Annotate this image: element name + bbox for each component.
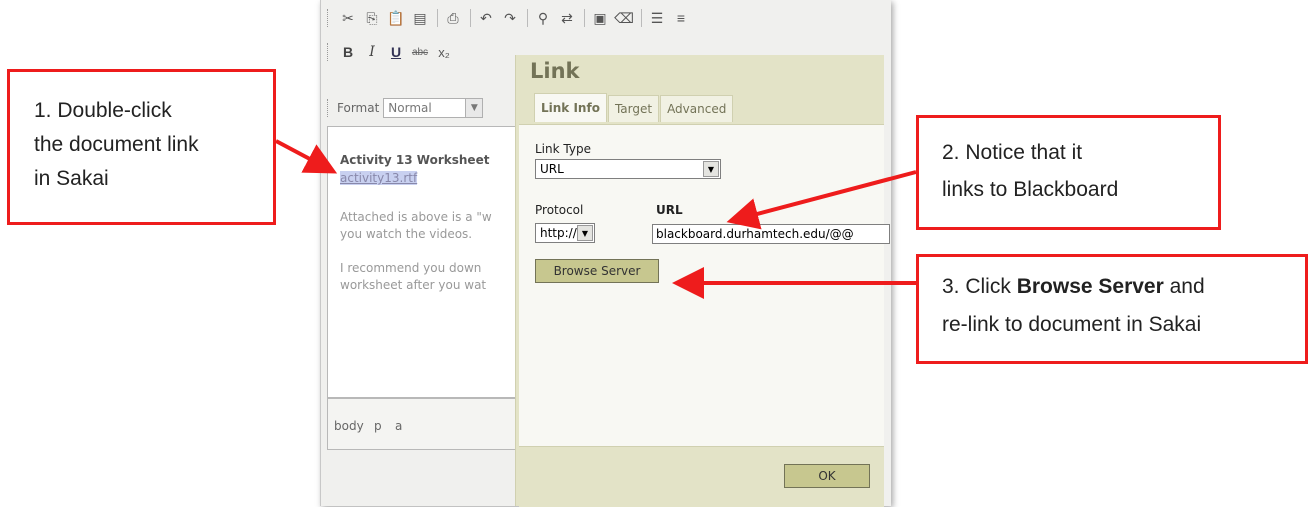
toolbar-row-3: Format Normal ▼	[327, 94, 484, 122]
callout-text: the document link	[34, 133, 199, 156]
callout-text: links to Blackboard	[942, 178, 1119, 201]
toolbar-separator	[437, 9, 438, 27]
document-link[interactable]: activity13.rtf	[340, 171, 418, 185]
chevron-down-icon: ▼	[465, 99, 483, 117]
format-select-value: Normal	[388, 101, 432, 115]
toolbar-separator	[470, 9, 471, 27]
toolbar-separator	[584, 9, 585, 27]
callout-text: in Sakai	[34, 167, 109, 190]
path-item-a[interactable]: a	[395, 419, 402, 433]
subscript-button[interactable]: x₂	[433, 41, 455, 63]
link-type-value: URL	[540, 162, 564, 176]
format-label: Format	[337, 101, 380, 115]
callout-text: 3. Click Browse Server and	[942, 271, 1205, 303]
select-all-icon[interactable]: ▣	[589, 7, 611, 29]
editor-content-area[interactable]: Activity 13 Worksheet activity13.rtf Att…	[327, 126, 519, 398]
chevron-down-icon: ▼	[577, 225, 593, 241]
dialog-tabs: Link Info Target Advanced	[534, 93, 734, 122]
path-item-body[interactable]: body	[334, 419, 364, 433]
arrow-step1	[275, 139, 338, 174]
italic-button[interactable]: I	[361, 41, 383, 63]
bulleted-list-icon[interactable]: ≡	[670, 7, 692, 29]
undo-icon[interactable]: ↶	[475, 7, 497, 29]
ok-button[interactable]: OK	[784, 464, 870, 488]
link-type-select[interactable]: URL ▼	[535, 159, 721, 179]
callout-text-bold: Browse Server	[1016, 275, 1164, 298]
document-paragraph-line: I recommend you down	[340, 261, 482, 275]
print-icon[interactable]: ⎙	[442, 7, 464, 29]
path-item-p[interactable]: p	[374, 419, 382, 433]
toolbar-separator	[641, 9, 642, 27]
dialog-title: Link	[530, 59, 580, 83]
callout-text: 1. Double-click	[34, 99, 172, 122]
protocol-select[interactable]: http:// ▼	[535, 223, 595, 243]
link-dialog: Link Link Info Target Advanced Link Type…	[515, 55, 884, 507]
tab-link-info[interactable]: Link Info	[534, 93, 607, 122]
dialog-body: Link Type URL ▼ Protocol URL http:// ▼ B…	[519, 124, 884, 447]
dialog-footer: OK	[519, 446, 884, 507]
chevron-down-icon: ▼	[703, 161, 719, 177]
format-select[interactable]: Normal ▼	[383, 98, 484, 118]
cut-icon[interactable]: ✂	[337, 7, 359, 29]
toolbar-grip	[327, 99, 331, 117]
toolbar-grip	[327, 9, 331, 27]
strikethrough-button[interactable]: abc	[409, 41, 431, 63]
replace-icon[interactable]: ⇄	[556, 7, 578, 29]
underline-button[interactable]: U	[385, 41, 407, 63]
paste-icon[interactable]: 📋	[385, 7, 407, 29]
browse-server-button[interactable]: Browse Server	[535, 259, 659, 283]
callout-step-3: 3. Click Browse Server and re-link to do…	[916, 254, 1308, 364]
document-paragraph-line: you watch the videos.	[340, 227, 473, 241]
callout-text-prefix: 3. Click	[942, 275, 1017, 298]
redo-icon[interactable]: ↷	[499, 7, 521, 29]
url-label: URL	[656, 203, 683, 217]
document-paragraph-line: worksheet after you wat	[340, 278, 487, 292]
callout-text: 2. Notice that it	[942, 141, 1083, 164]
bold-button[interactable]: B	[337, 41, 359, 63]
tab-target[interactable]: Target	[607, 95, 660, 122]
link-type-label: Link Type	[535, 142, 591, 156]
document-paragraph-line: Attached is above is a "w	[340, 210, 492, 224]
element-path-bar: body p a	[327, 398, 519, 450]
find-icon[interactable]: ⚲	[532, 7, 554, 29]
callout-text-suffix: and	[1163, 275, 1205, 298]
document-title: Activity 13 Worksheet	[340, 153, 490, 167]
copy-icon[interactable]: ⎘	[361, 7, 383, 29]
paste-word-icon[interactable]: ▤	[409, 7, 431, 29]
callout-step-2: 2. Notice that it links to Blackboard	[916, 115, 1221, 230]
protocol-label: Protocol	[535, 203, 584, 217]
callout-step-1: 1. Double-click the document link in Sak…	[7, 69, 276, 225]
toolbar-separator	[527, 9, 528, 27]
protocol-value: http://	[540, 226, 577, 240]
toolbar-row-1: ✂ ⎘ 📋 ▤ ⎙ ↶ ↷ ⚲ ⇄ ▣ ⌫ ☰ ≡	[327, 4, 694, 32]
numbered-list-icon[interactable]: ☰	[646, 7, 668, 29]
callout-text: re-link to document in Sakai	[942, 313, 1202, 336]
toolbar-row-2: B I U abc x₂	[327, 38, 457, 66]
tab-advanced[interactable]: Advanced	[660, 95, 734, 122]
url-input[interactable]: blackboard.durhamtech.edu/@@	[652, 224, 890, 244]
toolbar-grip	[327, 43, 331, 61]
remove-format-icon[interactable]: ⌫	[613, 7, 635, 29]
